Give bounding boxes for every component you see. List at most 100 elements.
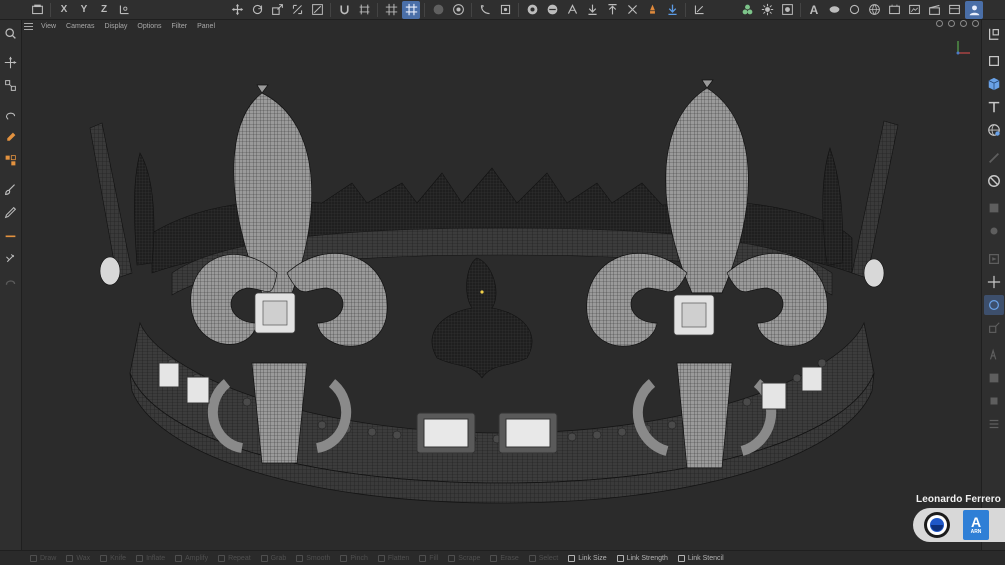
dim-d-icon[interactable] [984, 249, 1004, 269]
move-icon[interactable] [228, 1, 246, 19]
graph-icon[interactable] [690, 1, 708, 19]
cube-primitive-icon[interactable] [984, 74, 1004, 94]
scale-tool-icon[interactable] [2, 76, 20, 95]
grid-active-icon[interactable] [402, 0, 420, 19]
axis-y-button[interactable]: Y [75, 1, 93, 19]
menu-filter[interactable]: Filter [172, 23, 188, 30]
search-icon[interactable] [2, 24, 20, 43]
sphere-icon[interactable] [543, 1, 561, 19]
3d-viewport[interactable] [22, 33, 980, 550]
brush-icon[interactable] [2, 180, 20, 199]
dim-f-icon[interactable] [984, 368, 1004, 388]
brush-link-stencil[interactable]: Link Stencil [677, 554, 724, 562]
film-icon[interactable] [885, 1, 903, 19]
brush-erase[interactable]: Erase [490, 554, 519, 562]
camera-icon[interactable] [778, 1, 796, 19]
material-icon[interactable] [825, 1, 843, 19]
dim-g-icon[interactable] [984, 391, 1004, 411]
scale-icon[interactable] [268, 1, 286, 19]
transform-icon[interactable] [288, 1, 306, 19]
viewport-zoom-icon[interactable] [948, 20, 955, 27]
object-manager-icon[interactable] [984, 24, 1004, 44]
render-view-icon[interactable] [449, 1, 467, 19]
settings-icon[interactable] [496, 1, 514, 19]
dim-e-icon[interactable] [984, 345, 1004, 365]
cube-icon[interactable] [523, 1, 541, 19]
brush-select[interactable]: Select [528, 554, 558, 562]
menu-options[interactable]: Options [137, 23, 161, 30]
cube-tool-icon[interactable] [2, 151, 20, 170]
mograph-icon[interactable] [738, 1, 756, 19]
render-icon[interactable] [845, 1, 863, 19]
globe-icon[interactable] [865, 1, 883, 19]
spline-pen-icon[interactable] [476, 1, 494, 19]
brush-link-strength[interactable]: Link Strength [616, 554, 668, 562]
pen-icon[interactable] [2, 203, 20, 222]
brush-fill[interactable]: Fill [419, 554, 439, 562]
viewport-maximize-icon[interactable] [972, 20, 979, 27]
paint-icon[interactable] [2, 128, 20, 147]
viewport-rotate-icon[interactable] [960, 20, 967, 27]
viewport-pan-icon[interactable] [936, 20, 943, 27]
menu-view[interactable]: View [41, 23, 56, 30]
brush-pinch[interactable]: Pinch [340, 554, 368, 562]
brush-draw[interactable]: Draw [30, 554, 56, 562]
dim-b-icon[interactable] [984, 198, 1004, 218]
text-icon[interactable]: A [805, 1, 823, 19]
magnet-icon[interactable] [335, 1, 353, 19]
brush-wax[interactable]: Wax [66, 554, 90, 562]
axis-x-button[interactable]: X [55, 1, 73, 19]
axis-z-button[interactable]: Z [95, 1, 113, 19]
hierarchy-icon[interactable] [583, 1, 601, 19]
rotate-icon[interactable] [248, 1, 266, 19]
dim-a-icon[interactable] [984, 148, 1004, 168]
user-profile-icon[interactable] [965, 0, 983, 19]
gear-node-icon[interactable] [758, 1, 776, 19]
workplane-icon[interactable] [355, 1, 373, 19]
duplicate-icon[interactable] [563, 1, 581, 19]
text-tool-icon[interactable] [984, 97, 1004, 117]
snap-icon[interactable] [308, 1, 326, 19]
measure-icon[interactable] [2, 226, 20, 245]
brush-grab[interactable]: Grab [260, 554, 286, 562]
deform-icon[interactable] [623, 1, 641, 19]
move-axis-icon[interactable] [984, 272, 1004, 292]
brush-amplify[interactable]: Amplify [175, 554, 208, 562]
crown-model[interactable] [22, 33, 980, 550]
brush-link-size[interactable]: Link Size [568, 554, 607, 562]
brush-label: Fill [429, 554, 439, 562]
brush-inflate[interactable]: Inflate [136, 554, 165, 562]
frame-icon[interactable] [984, 51, 1004, 71]
menu-display[interactable]: Display [104, 23, 127, 30]
grid-snap-icon[interactable] [382, 1, 400, 19]
brush-smooth[interactable]: Smooth [296, 554, 330, 562]
sphere-tool-icon[interactable] [984, 120, 1004, 140]
picture-viewer-icon[interactable] [905, 1, 923, 19]
coord-system-icon[interactable] [115, 1, 133, 19]
clapper-icon[interactable] [925, 1, 943, 19]
pin-icon[interactable] [663, 1, 681, 19]
dim-c-icon[interactable] [984, 221, 1004, 241]
render-region-icon[interactable] [429, 1, 447, 19]
fire-icon[interactable] [643, 1, 661, 19]
hamburger-menu-icon[interactable] [24, 23, 33, 30]
menu-cameras[interactable]: Cameras [66, 23, 94, 30]
brush-scrape[interactable]: Scrape [448, 554, 480, 562]
scale-dim-icon[interactable] [984, 318, 1004, 338]
brush-knife[interactable]: Knife [100, 554, 126, 562]
lasso-icon[interactable] [2, 105, 20, 124]
undo-icon[interactable] [28, 1, 46, 19]
menu-panel[interactable]: Panel [197, 23, 215, 30]
dim-h-icon[interactable] [984, 414, 1004, 434]
layout-icon[interactable] [945, 1, 963, 19]
brush-icon [490, 554, 498, 562]
move-tool-icon[interactable] [2, 53, 20, 72]
sculpt-icon[interactable] [2, 249, 20, 268]
brush-flatten[interactable]: Flatten [377, 554, 409, 562]
brush-icon [568, 554, 576, 562]
rotate-active-icon[interactable] [983, 294, 1004, 315]
import-icon[interactable] [603, 1, 621, 19]
no-entry-icon[interactable] [984, 171, 1004, 191]
dim-tool-icon[interactable] [2, 272, 20, 291]
brush-repeat[interactable]: Repeat [218, 554, 251, 562]
